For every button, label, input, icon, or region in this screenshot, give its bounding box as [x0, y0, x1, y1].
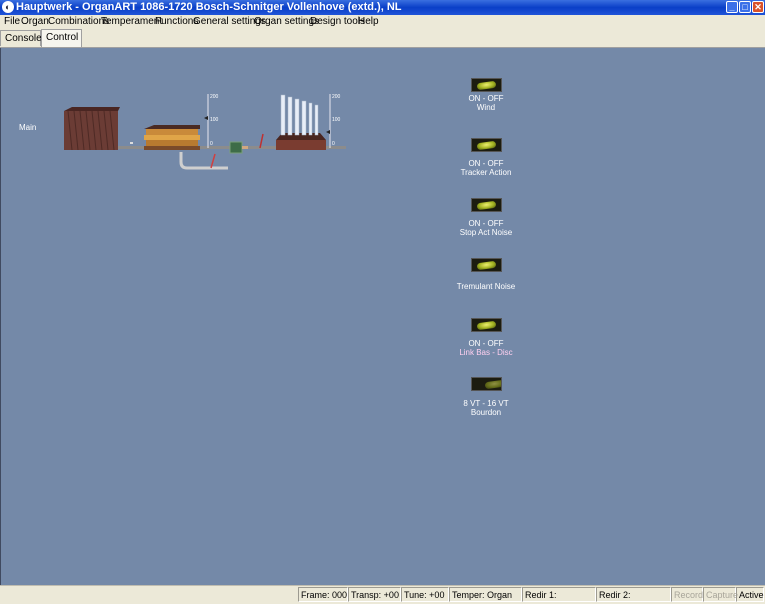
status-tune: Tune: +00 — [401, 587, 449, 602]
bourdon-switch[interactable] — [471, 377, 502, 391]
tracker-action-name: Tracker Action — [460, 168, 512, 177]
gauge-left-mid: 100 — [210, 117, 219, 123]
title-bar[interactable]: ◐ Hauptwerk - OrganART 1086-1720 Bosch-S… — [0, 0, 765, 15]
wind-switch[interactable] — [471, 78, 502, 92]
bourdon-states: 8 VT - 16 VT — [463, 399, 509, 408]
status-bar: Frame: 000 Transp: +00 Tune: +00 Temper:… — [0, 585, 765, 604]
link-bas-disc-name: Link Bas - Disc — [459, 348, 513, 357]
tab-console[interactable]: Console — [0, 30, 42, 46]
wind-name: Wind — [476, 103, 496, 112]
menu-combinations[interactable]: Combinations — [48, 16, 109, 27]
wind-control-label: ON - OFF Wind — [436, 94, 536, 112]
stop-act-noise-name: Stop Act Noise — [459, 228, 513, 237]
stop-act-noise-control-label: ON - OFF Stop Act Noise — [436, 219, 536, 237]
hauptwerk-icon[interactable]: ◐ — [2, 1, 14, 13]
status-capture[interactable]: Capture — [703, 587, 738, 602]
tremulant-pipe — [179, 152, 228, 170]
valve-mark — [130, 142, 133, 144]
menu-bar: File Organ Combinations Temperament Func… — [0, 15, 765, 29]
maximize-button[interactable]: □ — [739, 1, 751, 13]
minimize-button[interactable]: _ — [726, 1, 738, 13]
gauge-right: 200 100 0 — [326, 94, 341, 148]
status-frame: Frame: 000 — [298, 587, 348, 602]
switch-light-icon — [476, 80, 497, 91]
blower-icon — [64, 107, 120, 151]
bourdon-control-label: 8 VT - 16 VT Bourdon — [436, 399, 536, 417]
wind-system-diagram: 200 100 0 200 100 0 — [64, 94, 346, 170]
link-bas-disc-control-label: ON - OFF Link Bas - Disc — [436, 339, 536, 357]
gauge-right-mid: 100 — [332, 117, 341, 123]
wind-states: ON - OFF — [468, 94, 504, 103]
gauge-left-max: 200 — [210, 94, 219, 100]
tab-bar: Console Control — [0, 29, 765, 48]
gauge-left: 200 100 0 — [204, 94, 219, 148]
gauge-left-min: 0 — [210, 141, 213, 147]
menu-design-tools[interactable]: Design tools — [310, 16, 365, 27]
bourdon-name: Bourdon — [470, 408, 502, 417]
menu-functions[interactable]: Functions — [155, 16, 198, 27]
tremulant-noise-switch[interactable] — [471, 258, 502, 272]
tab-control[interactable]: Control — [41, 29, 82, 47]
windchest-needle — [259, 133, 264, 149]
gauge-right-max: 200 — [332, 94, 341, 100]
tremulant-needle — [210, 153, 216, 169]
gauge-right-min: 0 — [332, 141, 335, 147]
menu-file[interactable]: File — [4, 16, 20, 27]
close-button[interactable]: ✕ — [752, 1, 764, 13]
switch-light-icon — [476, 260, 497, 271]
menu-organ[interactable]: Organ — [21, 16, 49, 27]
bellows-icon — [144, 125, 200, 150]
link-bas-disc-switch[interactable] — [471, 318, 502, 332]
status-redir2: Redir 2: — [596, 587, 671, 602]
menu-help[interactable]: Help — [358, 16, 379, 27]
link-bas-disc-states: ON - OFF — [468, 339, 504, 348]
pipes-icon — [276, 94, 326, 150]
division-label: Main — [19, 123, 37, 132]
regulator-icon — [229, 141, 243, 154]
status-transp: Transp: +00 — [348, 587, 401, 602]
status-active: Active — [736, 587, 764, 602]
menu-temperament[interactable]: Temperament — [101, 16, 162, 27]
tremulant-noise-name: Tremulant Noise — [456, 282, 516, 291]
stop-act-noise-switch[interactable] — [471, 198, 502, 212]
tracker-action-switch[interactable] — [471, 138, 502, 152]
stop-act-noise-states: ON - OFF — [468, 219, 504, 228]
status-redir1: Redir 1: — [522, 587, 596, 602]
tracker-action-states: ON - OFF — [468, 159, 504, 168]
tracker-action-control-label: ON - OFF Tracker Action — [436, 159, 536, 177]
window-title: Hauptwerk - OrganART 1086-1720 Bosch-Sch… — [16, 1, 402, 13]
switch-light-icon — [476, 320, 497, 331]
tremulant-noise-control-label: Tremulant Noise — [436, 282, 536, 291]
switch-light-icon — [476, 200, 497, 211]
switch-light-icon — [484, 379, 501, 390]
switch-light-icon — [476, 140, 497, 151]
status-temper: Temper: Organ — [449, 587, 522, 602]
status-record[interactable]: Record — [671, 587, 703, 602]
